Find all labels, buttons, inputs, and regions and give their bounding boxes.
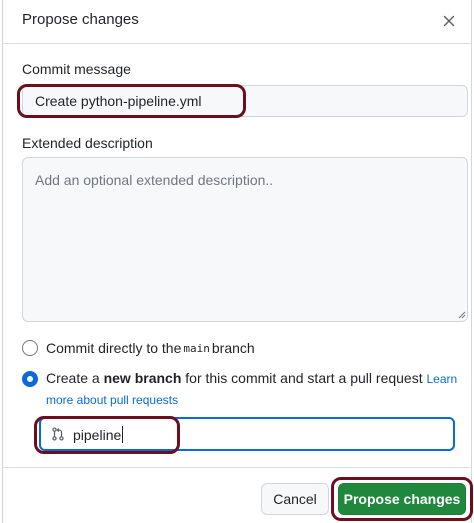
main-branch-code: main bbox=[183, 341, 210, 355]
cancel-button[interactable]: Cancel bbox=[261, 483, 329, 515]
extended-description-label: Extended description bbox=[22, 135, 153, 151]
new-branch-text-prefix: Create a bbox=[46, 370, 104, 386]
text-caret bbox=[122, 426, 124, 443]
propose-changes-button[interactable]: Propose changes bbox=[338, 483, 466, 515]
dialog-title: Propose changes bbox=[22, 11, 139, 28]
commit-direct-radio[interactable] bbox=[22, 340, 38, 356]
dialog-header: Propose changes bbox=[3, 0, 471, 44]
new-branch-text-bold: new branch bbox=[103, 370, 182, 386]
resize-grip-icon[interactable] bbox=[458, 311, 466, 319]
branch-name-text: pipeline bbox=[73, 427, 122, 443]
propose-changes-dialog: Propose changes Commit message Extended … bbox=[2, 0, 473, 523]
close-button[interactable] bbox=[437, 9, 461, 33]
new-branch-radio[interactable] bbox=[22, 371, 38, 387]
close-icon bbox=[443, 15, 455, 27]
new-branch-text-suffix: for this commit and start a pull request bbox=[181, 370, 427, 386]
learn-more-link[interactable]: more about pull requests bbox=[46, 393, 178, 407]
branch-name-value: pipeline bbox=[73, 426, 124, 443]
commit-direct-text-suffix: branch bbox=[211, 340, 255, 356]
branch-name-input[interactable]: pipeline bbox=[39, 417, 455, 451]
commit-direct-text-prefix: Commit directly to the bbox=[46, 340, 182, 356]
git-pull-request-icon bbox=[52, 427, 64, 441]
new-branch-option[interactable]: Create a new branch for this commit and … bbox=[22, 370, 457, 390]
learn-link-part1[interactable]: Learn bbox=[427, 372, 458, 386]
commit-message-input[interactable] bbox=[22, 85, 468, 117]
commit-message-label: Commit message bbox=[22, 61, 131, 77]
extended-description-textarea[interactable] bbox=[22, 157, 468, 322]
commit-direct-option[interactable]: Commit directly to the main branch bbox=[22, 340, 255, 356]
dialog-footer: Cancel Propose changes bbox=[3, 467, 473, 523]
